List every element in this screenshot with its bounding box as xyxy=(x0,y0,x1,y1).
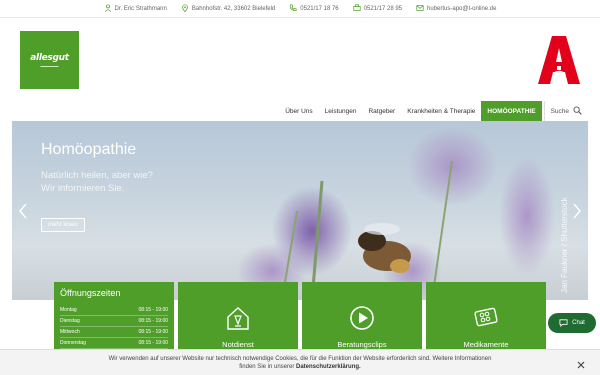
hours-day: Donnerstag xyxy=(60,340,86,346)
chat-bubble-icon xyxy=(559,318,568,329)
hours-day: Dienstag xyxy=(60,318,80,324)
search-icon xyxy=(573,105,582,117)
notdienst-label: Notdienst xyxy=(222,340,254,349)
play-circle-icon xyxy=(348,304,376,337)
chevron-right-icon[interactable] xyxy=(572,203,582,219)
nav-krankheiten-therapie[interactable]: Krankheiten & Therapie xyxy=(401,101,481,121)
chat-button[interactable]: Chat xyxy=(548,313,596,333)
hours-row: Montag 08:15 - 19:00 xyxy=(60,305,168,316)
divider xyxy=(0,17,600,18)
read-more-button[interactable]: mehr lesen xyxy=(41,218,85,232)
allesgut-logo[interactable]: allesgut ▬▬▬▬▬▬ xyxy=(20,31,79,89)
apotheke-logo[interactable] xyxy=(538,36,580,84)
hours-row: Dienstag 08:15 - 19:00 xyxy=(60,316,168,327)
page: Dr. Eric Strathmann Bahnhofstr. 42, 3360… xyxy=(0,0,600,375)
hours-day: Montag xyxy=(60,307,77,313)
opening-hours-title: Öffnungszeiten xyxy=(60,288,121,298)
fax-icon xyxy=(353,3,361,14)
main-navigation: Über Uns Leistungen Ratgeber Krankheiten… xyxy=(279,101,588,121)
logo-text: allesgut xyxy=(30,52,69,63)
doctor-info: Dr. Eric Strathmann xyxy=(104,3,167,14)
hours-day: Mittwoch xyxy=(60,329,80,335)
beratungsclips-tile[interactable]: Beratungsclips xyxy=(302,282,422,352)
hero-slider: Homöopathie Natürlich heilen, aber wie? … xyxy=(12,121,588,300)
hero-subtitle: Natürlich heilen, aber wie? Wir informie… xyxy=(41,169,153,195)
address-info: Bahnhofstr. 42, 33602 Bielefeld xyxy=(181,3,276,14)
logo-subline: ▬▬▬▬▬▬ xyxy=(40,63,59,68)
top-info-bar: Dr. Eric Strathmann Bahnhofstr. 42, 3360… xyxy=(0,0,600,17)
nav-ratgeber[interactable]: Ratgeber xyxy=(362,101,401,121)
nav-homoeopathie[interactable]: HOMÖOPATHIE xyxy=(481,101,542,121)
medikamente-tile[interactable]: Medikamente reservieren xyxy=(426,282,546,357)
fax-info: 0521/17 28 95 xyxy=(353,3,403,14)
pharmacy-house-icon xyxy=(224,304,252,337)
cookie-text: Wir verwenden auf unserer Website nur te… xyxy=(100,355,500,371)
nav-leistungen[interactable]: Leistungen xyxy=(319,101,363,121)
map-pin-icon xyxy=(181,3,189,14)
chat-label: Chat xyxy=(572,320,585,326)
privacy-policy-link[interactable]: Datenschutzerklärung. xyxy=(296,364,361,370)
phone-number[interactable]: 0521/17 18 76 xyxy=(300,6,338,12)
pill-pack-icon xyxy=(472,304,500,337)
hero-subtitle-line-2: Wir informieren Sie. xyxy=(41,183,125,194)
hours-time: 08:15 - 19:00 xyxy=(138,340,168,346)
phone-icon xyxy=(289,3,297,14)
chevron-left-icon[interactable] xyxy=(18,203,28,219)
phone-info[interactable]: 0521/17 18 76 xyxy=(289,3,339,14)
hours-time: 08:15 - 19:00 xyxy=(138,307,168,313)
mail-icon xyxy=(416,4,424,14)
search-button[interactable]: Suche xyxy=(543,101,588,121)
notdienst-tile[interactable]: Notdienst xyxy=(178,282,298,352)
hours-row: Donnerstag 08:15 - 19:00 xyxy=(60,338,168,349)
hero-title: Homöopathie xyxy=(41,141,137,158)
beratungsclips-label: Beratungsclips xyxy=(337,340,387,349)
nav-ueber-uns[interactable]: Über Uns xyxy=(279,101,318,121)
photo-credit: Jan Faukner / Shutterstock xyxy=(560,197,569,293)
email-address[interactable]: hubertus-apo@t-online.de xyxy=(427,6,496,12)
opening-hours-panel: Öffnungszeiten Montag 08:15 - 19:00 Dien… xyxy=(54,282,174,352)
email-info[interactable]: hubertus-apo@t-online.de xyxy=(416,4,496,14)
close-icon[interactable] xyxy=(576,357,586,369)
search-label: Suche xyxy=(550,107,569,115)
hours-row: Mittwoch 08:15 - 19:00 xyxy=(60,327,168,338)
doctor-name: Dr. Eric Strathmann xyxy=(114,5,167,12)
fax-number: 0521/17 28 95 xyxy=(363,5,403,12)
hours-time: 08:15 - 19:00 xyxy=(138,329,168,335)
hero-subtitle-line-1: Natürlich heilen, aber wie? xyxy=(41,170,153,181)
user-icon xyxy=(104,3,112,14)
hours-time: 08:15 - 19:00 xyxy=(138,318,168,324)
address-text: Bahnhofstr. 42, 33602 Bielefeld xyxy=(191,5,276,12)
medikamente-title: Medikamente xyxy=(463,340,509,349)
cookie-banner: Wir verwenden auf unserer Website nur te… xyxy=(0,349,600,375)
